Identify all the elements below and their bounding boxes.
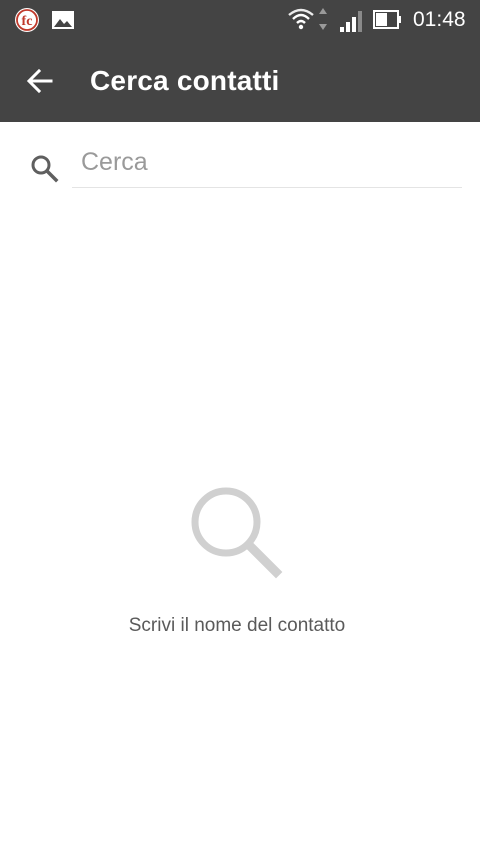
- svg-text:fc: fc: [22, 14, 33, 29]
- search-input[interactable]: [72, 138, 462, 188]
- search-icon: [26, 150, 62, 186]
- search-contacts-screen: fc 01:48 Cerca contatti Cerca Scrivi il …: [0, 0, 480, 854]
- empty-state: Scrivi il nome del contatto: [0, 480, 480, 650]
- status-bar: fc 01:48: [0, 0, 480, 40]
- search-bar: [0, 122, 480, 202]
- arrow-back-icon: [26, 68, 53, 94]
- fc-app-icon: fc: [14, 7, 40, 33]
- back-button[interactable]: [16, 57, 64, 105]
- empty-state-message: Scrivi il nome del contatto: [128, 615, 346, 636]
- page-title: Cerca contatti: [90, 65, 280, 96]
- app-bar: Cerca contatti: [0, 40, 480, 122]
- battery-icon: [373, 9, 403, 31]
- wifi-icon: [287, 6, 331, 34]
- large-search-icon: [191, 487, 283, 579]
- status-clock: 01:48: [413, 8, 466, 31]
- gallery-icon: [51, 9, 75, 31]
- signal-icon: [338, 9, 366, 33]
